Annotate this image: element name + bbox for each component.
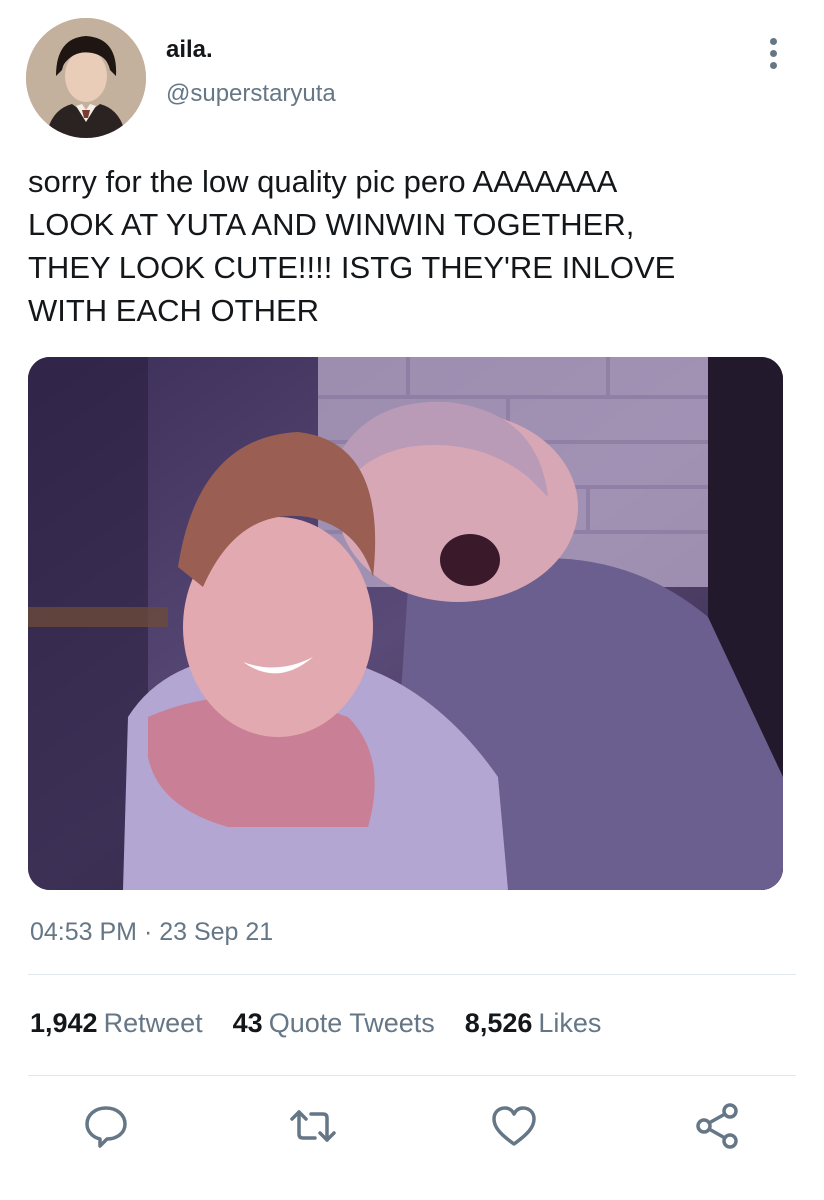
likes-stat[interactable]: 8,526 Likes [465,1008,602,1039]
heart-icon[interactable] [488,1100,540,1152]
tweet-actions [0,1100,824,1160]
quotes-label: Quote Tweets [268,1008,435,1038]
tweet-timestamp[interactable]: 04:53 PM · 23 Sep 21 [30,918,273,947]
display-name[interactable]: aila. [166,36,213,64]
likes-count: 8,526 [464,1008,533,1038]
retweets-stat[interactable]: 1,942 Retweet [30,1008,203,1039]
reply-icon[interactable] [80,1100,132,1152]
retweets-count: 1,942 [30,1008,98,1038]
divider [28,974,796,975]
avatar[interactable] [26,18,146,138]
retweets-label: Retweet [103,1008,203,1038]
user-handle[interactable]: @superstaryuta [166,80,336,108]
quotes-count: 43 [232,1008,263,1038]
tweet-stats: 1,942 Retweet 43 Quote Tweets 8,526 Likes [30,1008,601,1039]
likes-label: Likes [538,1008,602,1038]
tweet-detail: aila. @superstaryuta sorry for the low q… [0,0,824,1200]
tweet-photo[interactable] [28,357,783,890]
share-icon[interactable] [692,1100,744,1152]
tweet-text: sorry for the low quality pic pero AAAAA… [28,164,676,328]
more-options-icon[interactable] [758,38,788,78]
retweet-icon[interactable] [287,1100,339,1152]
divider [28,1075,796,1076]
quote-tweets-stat[interactable]: 43 Quote Tweets [233,1008,435,1039]
